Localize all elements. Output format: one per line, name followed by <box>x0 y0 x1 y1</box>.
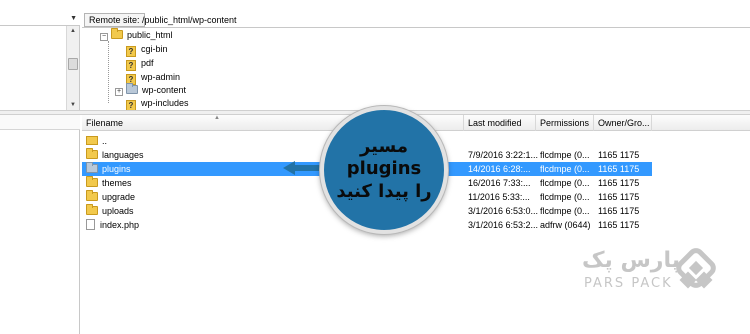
tree-item-label: wp-content <box>142 85 187 95</box>
remote-site-bar: Remote site: /public_html/wp-content <box>82 12 750 28</box>
file-permissions: flcdmpe (0... <box>540 150 590 160</box>
file-modified: 16/2016 7:33:... <box>468 178 531 188</box>
folder-icon <box>86 148 98 159</box>
tree-item-pdf[interactable]: ? pdf <box>126 57 154 71</box>
local-tree-pane[interactable]: ▼ ▲ ▼ <box>0 12 80 110</box>
unknown-folder-icon: ? <box>126 46 136 57</box>
local-path-dropdown[interactable]: ▼ <box>0 12 80 26</box>
callout-line-2: را پیدا کنید <box>336 181 432 202</box>
tree-item-wp-content[interactable]: + wp-content <box>115 83 187 97</box>
tree-item-label: cgi-bin <box>141 44 168 54</box>
column-last-modified[interactable]: Last modified <box>464 115 536 131</box>
parspack-logo-icon <box>676 248 716 289</box>
tree-item-label: wp-admin <box>141 72 181 82</box>
column-permissions[interactable]: Permissions <box>536 115 594 131</box>
local-tree-scrollbar[interactable]: ▲ ▼ <box>66 26 79 110</box>
folder-icon <box>86 190 98 201</box>
logo-text-en: PARS PACK <box>584 276 673 291</box>
folder-icon <box>86 162 98 173</box>
tree-guide-line <box>108 41 109 103</box>
file-icon <box>86 219 95 230</box>
callout-line-1: مسیر plugins <box>346 136 422 179</box>
tree-item-cgi-bin[interactable]: ? cgi-bin <box>126 43 168 57</box>
parspack-logo: پارس پک PARS PACK <box>578 244 728 304</box>
tree-item-wp-admin[interactable]: ? wp-admin <box>126 71 181 85</box>
collapse-icon[interactable]: − <box>100 33 108 41</box>
column-owner-group[interactable]: Owner/Gro... <box>594 115 652 131</box>
remote-path-input[interactable]: /public_html/wp-content <box>142 15 237 25</box>
logo-text-fa: پارس پک <box>582 248 680 273</box>
file-modified: 3/1/2016 6:53:2... <box>468 220 539 230</box>
folder-icon <box>126 83 138 94</box>
tree-item-public-html[interactable]: − public_html <box>100 28 173 42</box>
unknown-folder-icon: ? <box>126 60 136 71</box>
file-name: plugins <box>102 164 131 174</box>
file-name: upgrade <box>102 192 136 202</box>
file-modified: 7/9/2016 3:22:1... <box>468 150 539 160</box>
file-name: uploads <box>102 206 134 216</box>
file-permissions: flcdmpe (0... <box>540 164 590 174</box>
parent-folder-icon <box>86 136 98 145</box>
file-permissions: flcdmpe (0... <box>540 206 590 216</box>
file-owner: 1165 1175 <box>598 150 640 160</box>
tree-item-label: wp-includes <box>141 98 189 108</box>
remote-site-label: Remote site: <box>84 13 145 27</box>
file-modified: 14/2016 6:28:... <box>468 164 531 174</box>
file-owner: 1165 1175 <box>598 178 640 188</box>
file-modified: 11/2016 5:33:... <box>468 192 530 202</box>
file-name: languages <box>102 150 144 160</box>
expand-icon[interactable]: + <box>115 88 123 96</box>
file-owner: 1165 1175 <box>598 164 640 174</box>
file-permissions: flcdmpe (0... <box>540 192 590 202</box>
file-owner: 1165 1175 <box>598 206 640 216</box>
arrow-left-icon <box>283 161 325 175</box>
scroll-down-icon[interactable]: ▼ <box>70 102 76 108</box>
tree-item-wp-includes[interactable]: ? wp-includes <box>126 97 189 111</box>
folder-icon <box>86 176 98 187</box>
file-name: themes <box>102 178 132 188</box>
scroll-thumb[interactable] <box>68 58 78 70</box>
tree-item-label: pdf <box>141 58 154 68</box>
file-owner: 1165 1175 <box>598 220 640 230</box>
local-file-list[interactable] <box>0 115 80 334</box>
instruction-callout: مسیر plugins را پیدا کنید <box>320 106 448 234</box>
folder-icon <box>86 204 98 215</box>
remote-tree: − public_html ? cgi-bin ? pdf ? wp-admin + wp… <box>82 28 750 111</box>
file-permissions: flcdmpe (0... <box>540 178 590 188</box>
scroll-up-icon[interactable]: ▲ <box>70 28 76 34</box>
file-name: index.php <box>100 220 140 230</box>
local-list-header <box>0 115 80 130</box>
file-owner: 1165 1175 <box>598 192 640 202</box>
folder-icon <box>111 28 123 39</box>
file-modified: 3/1/2016 6:53:0... <box>468 206 539 216</box>
file-name: .. <box>102 136 108 146</box>
chevron-down-icon[interactable]: ▼ <box>70 15 77 22</box>
file-permissions: adfrw (0644) <box>540 220 591 230</box>
tree-item-label: public_html <box>127 30 173 40</box>
